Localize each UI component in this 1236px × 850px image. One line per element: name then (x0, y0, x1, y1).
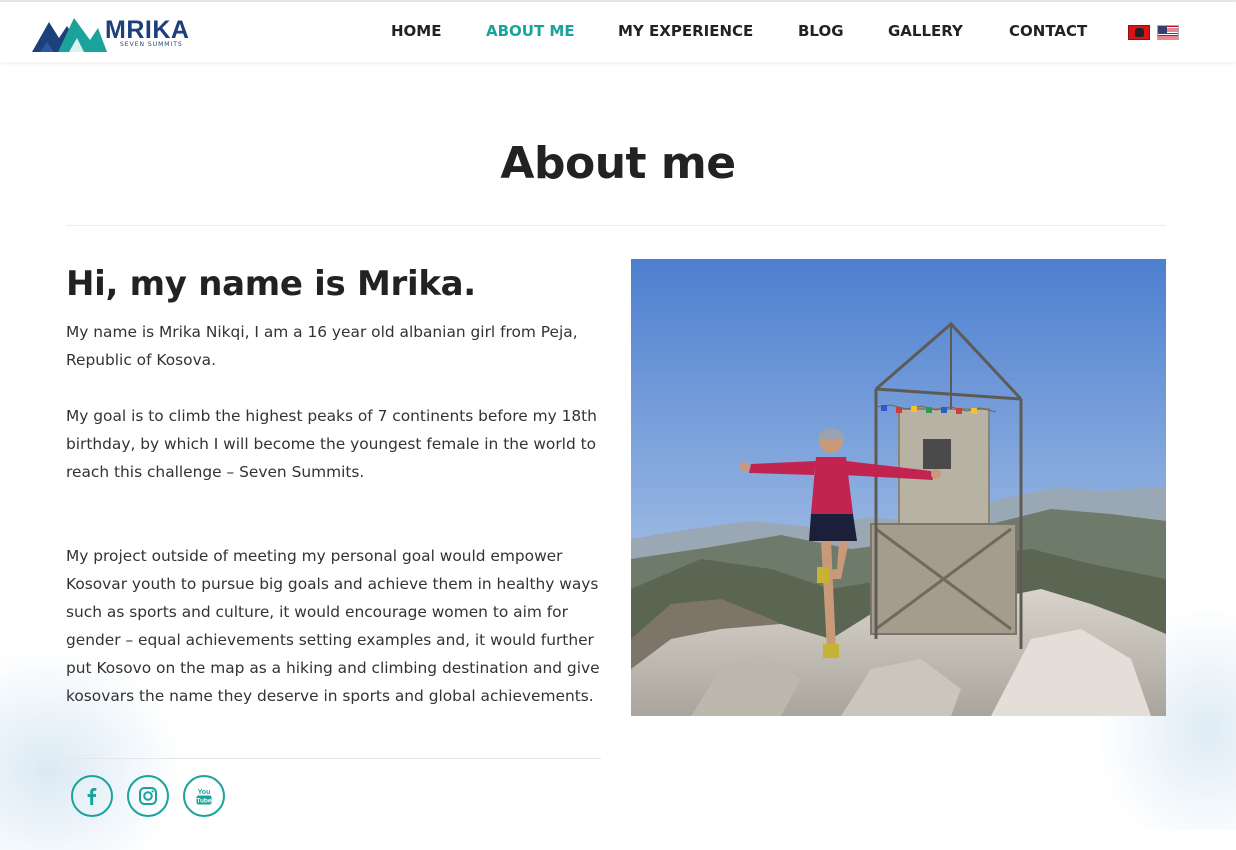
site-logo[interactable]: MRIKA SEVEN SUMMITS (32, 12, 192, 56)
instagram-icon (139, 787, 157, 805)
instagram-link[interactable] (127, 775, 169, 817)
greeting-heading: Hi, my name is Mrika. (66, 264, 476, 304)
summit-photo (631, 259, 1166, 716)
svg-text:You: You (198, 789, 211, 796)
content-divider (66, 758, 601, 759)
mountain-logo-icon (32, 18, 107, 52)
facebook-link[interactable] (71, 775, 113, 817)
facebook-icon (87, 788, 97, 805)
albanian-flag-icon[interactable] (1128, 25, 1150, 40)
nav-gallery[interactable]: GALLERY (888, 22, 963, 40)
us-flag-icon[interactable] (1157, 25, 1179, 40)
page-title: About me (500, 138, 736, 189)
youtube-link[interactable]: You Tube (183, 775, 225, 817)
svg-text:Tube: Tube (196, 798, 211, 805)
title-divider (66, 225, 1166, 226)
bio-paragraph-3: My project outside of meeting my persona… (66, 547, 600, 705)
bio-paragraph-2: My goal is to climb the highest peaks of… (66, 407, 597, 481)
site-header: MRIKA SEVEN SUMMITS HOME ABOUT ME MY EXP… (0, 2, 1236, 62)
bio-paragraph-1: My name is Mrika Nikqi, I am a 16 year o… (66, 323, 578, 369)
nav-my-experience[interactable]: MY EXPERIENCE (618, 22, 753, 40)
logo-subtitle: SEVEN SUMMITS (120, 41, 183, 48)
nav-about-me[interactable]: ABOUT ME (486, 22, 575, 40)
youtube-icon: You Tube (196, 789, 211, 805)
nav-home[interactable]: HOME (391, 22, 441, 40)
nav-contact[interactable]: CONTACT (1009, 22, 1087, 40)
nav-blog[interactable]: BLOG (798, 22, 844, 40)
